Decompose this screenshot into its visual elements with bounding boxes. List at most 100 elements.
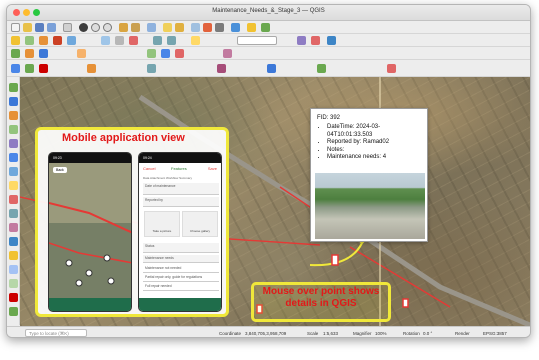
cut-icon[interactable] bbox=[101, 36, 110, 45]
plugin-icon[interactable] bbox=[261, 23, 270, 32]
option-partial-repair[interactable]: Partial repair only, guide for regulatio… bbox=[143, 274, 219, 282]
scratch-layer-icon[interactable] bbox=[9, 251, 18, 260]
popup-fid: FID: 392 bbox=[317, 115, 341, 121]
crs-button[interactable]: EPSG:3857 bbox=[483, 331, 507, 336]
zoom-in-icon[interactable] bbox=[91, 23, 100, 32]
gpx-icon[interactable] bbox=[9, 237, 18, 246]
pan-icon[interactable] bbox=[79, 23, 88, 32]
undo-icon[interactable] bbox=[153, 36, 162, 45]
geopackage-icon[interactable] bbox=[9, 265, 18, 274]
phone-map-screen: 09:23 Back bbox=[48, 152, 132, 312]
redo-icon[interactable] bbox=[167, 36, 176, 45]
maintenance-needs-field[interactable]: Maintenance needs bbox=[143, 255, 219, 263]
refresh-icon[interactable] bbox=[147, 23, 156, 32]
georeferencer-icon[interactable] bbox=[9, 307, 18, 316]
option-full-repair[interactable]: Full repair needed bbox=[143, 283, 219, 291]
rotation-value[interactable]: 0.0 ° bbox=[423, 331, 432, 336]
add-layer-icon[interactable] bbox=[9, 83, 18, 92]
virtual-layer-icon[interactable] bbox=[9, 139, 18, 148]
zoom-full-icon[interactable] bbox=[119, 23, 128, 32]
title-bar: Maintenance_Needs_&_Stage_3 — QGIS bbox=[7, 5, 530, 21]
deselect-icon[interactable] bbox=[311, 36, 320, 45]
select-icon[interactable] bbox=[175, 23, 184, 32]
map-tip-popup: FID: 392 DateTime: 2024-03-04T10:01:33.5… bbox=[310, 108, 428, 242]
bookmark-icon[interactable] bbox=[147, 64, 156, 73]
locator-search-input[interactable]: Type to locate (⌘K) bbox=[25, 329, 87, 337]
form-title: Features bbox=[171, 166, 187, 171]
coordinate-value[interactable]: 3,840,705,3,958,709 bbox=[245, 331, 286, 336]
phone-bottom-nav[interactable] bbox=[49, 298, 131, 311]
vertex-tool-icon[interactable] bbox=[67, 36, 76, 45]
identify-icon[interactable] bbox=[163, 23, 172, 32]
style-icon[interactable] bbox=[297, 36, 306, 45]
render-checkbox[interactable]: Render bbox=[455, 331, 470, 336]
form-tabs[interactable]: Data Attachment Workflow Summary bbox=[143, 176, 192, 180]
qfield-sync-icon[interactable] bbox=[267, 64, 276, 73]
digitize-icon[interactable] bbox=[77, 49, 86, 58]
zoom-layer-icon[interactable] bbox=[131, 23, 140, 32]
point-cloud-icon[interactable] bbox=[9, 223, 18, 232]
map-tips-icon[interactable] bbox=[11, 64, 20, 73]
wfs-layer-icon[interactable] bbox=[9, 167, 18, 176]
add-polygon-icon[interactable] bbox=[53, 36, 62, 45]
copy-icon[interactable] bbox=[115, 36, 124, 45]
advanced-digitize-icon[interactable] bbox=[161, 49, 170, 58]
add-line-icon[interactable] bbox=[39, 36, 48, 45]
delimited-text-icon[interactable] bbox=[9, 125, 18, 134]
rotate-icon[interactable] bbox=[175, 49, 184, 58]
raster-calc-icon[interactable] bbox=[9, 293, 18, 302]
toolbar-digitizing bbox=[7, 34, 530, 47]
scale-value[interactable]: 1:5,633 bbox=[323, 331, 338, 336]
python-icon[interactable] bbox=[327, 36, 336, 45]
vector-tile-icon[interactable] bbox=[9, 209, 18, 218]
layer-combo[interactable] bbox=[237, 36, 277, 45]
postgis-icon[interactable] bbox=[9, 97, 18, 106]
shapefile-icon[interactable] bbox=[9, 279, 18, 288]
save-button[interactable]: Save bbox=[208, 166, 217, 171]
wms-layer-icon[interactable] bbox=[9, 153, 18, 162]
add-wms-icon[interactable] bbox=[39, 49, 48, 58]
map-point-marker-2[interactable] bbox=[402, 298, 409, 308]
stop-render-icon[interactable] bbox=[387, 64, 396, 73]
phone-bottom-nav-2[interactable] bbox=[139, 298, 221, 311]
mesh-icon[interactable] bbox=[223, 49, 232, 58]
sum-icon[interactable] bbox=[231, 23, 240, 32]
snapping-icon[interactable] bbox=[147, 49, 156, 58]
add-raster-layer-icon[interactable] bbox=[25, 49, 34, 58]
save-project-icon[interactable] bbox=[35, 23, 44, 32]
save-as-icon[interactable] bbox=[47, 23, 56, 32]
map-point-marker[interactable] bbox=[331, 254, 339, 266]
zoom-out-icon[interactable] bbox=[103, 23, 112, 32]
date-field[interactable]: Date of maintenance bbox=[143, 183, 219, 195]
option-not-needed[interactable]: Maintenance not needed bbox=[143, 265, 219, 273]
choose-gallery-button[interactable]: Choose gallery bbox=[182, 211, 218, 237]
edit-pencil-icon[interactable] bbox=[11, 36, 20, 45]
new-map-view-icon[interactable] bbox=[25, 64, 34, 73]
mesh-layer-icon[interactable] bbox=[9, 195, 18, 204]
magnifier-value[interactable]: 100% bbox=[375, 331, 387, 336]
add-point-icon[interactable] bbox=[25, 36, 34, 45]
tips-icon[interactable] bbox=[247, 23, 256, 32]
label-icon[interactable] bbox=[191, 36, 200, 45]
toolbar-file bbox=[7, 21, 530, 34]
toolbar-plugins bbox=[7, 60, 530, 77]
processing-icon[interactable] bbox=[217, 64, 226, 73]
measure-icon[interactable] bbox=[215, 23, 224, 32]
new-project-icon[interactable] bbox=[11, 23, 20, 32]
status-field[interactable]: Status bbox=[143, 243, 219, 253]
print-layout-icon[interactable] bbox=[63, 23, 72, 32]
map-refresh-icon[interactable] bbox=[317, 64, 326, 73]
attribute-table-icon[interactable] bbox=[191, 23, 200, 32]
popup-reported-by: Reported by: Ramad02 bbox=[327, 139, 421, 147]
add-vector-layer-icon[interactable] bbox=[11, 49, 20, 58]
temporal-icon[interactable] bbox=[87, 64, 96, 73]
field-calculator-icon[interactable] bbox=[203, 23, 212, 32]
reported-by-field[interactable]: Reported by bbox=[143, 197, 219, 207]
annotation-icon[interactable] bbox=[39, 64, 48, 73]
xyz-layer-icon[interactable] bbox=[9, 181, 18, 190]
cancel-button[interactable]: Cancel bbox=[143, 166, 155, 171]
take-picture-button[interactable]: Take a picture bbox=[144, 211, 180, 237]
open-project-icon[interactable] bbox=[23, 23, 32, 32]
paste-icon[interactable] bbox=[129, 36, 138, 45]
spatialite-icon[interactable] bbox=[9, 111, 18, 120]
